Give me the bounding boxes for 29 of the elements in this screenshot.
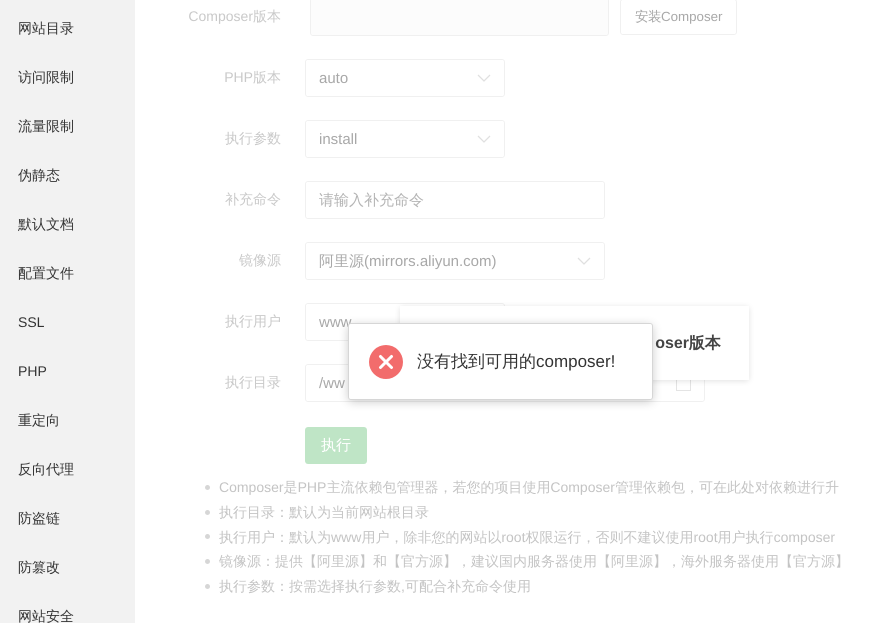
bullet-icon — [205, 559, 210, 564]
note-text: 镜像源：提供【阿里源】和【官方源】，建议国内服务器使用【阿里源】，海外服务器使用【官方源】 — [219, 552, 849, 572]
bullet-icon — [205, 510, 210, 515]
sidebar-item[interactable]: SSL — [0, 298, 135, 347]
chevron-icon — [577, 257, 591, 265]
sidebar-item[interactable]: PHP — [0, 347, 135, 396]
bullet-icon — [205, 484, 210, 490]
sidebar-item[interactable]: 伪静态 — [0, 151, 135, 200]
sidebar-item[interactable]: 防篡改 — [0, 543, 135, 592]
sidebar-item[interactable]: 访问限制 — [0, 53, 135, 102]
chevron-icon — [477, 135, 491, 143]
note-text: 执行目录：默认为当前网站根目录 — [219, 502, 429, 522]
sidebar-item[interactable]: 反向代理 — [0, 445, 135, 494]
error-icon — [369, 344, 403, 378]
sidebar-item[interactable]: 重定向 — [0, 396, 135, 445]
bullet-icon — [205, 584, 210, 590]
sidebar-item[interactable]: 防盗链 — [0, 494, 135, 543]
sidebar-item[interactable]: 流量限制 — [0, 102, 135, 151]
sidebar-item[interactable]: 配置文件 — [0, 249, 135, 298]
chevron-icon — [477, 74, 491, 82]
note-text: 执行用户：默认为www用户，除非您的网站以root权限运行，否则不建议使用root用户执行composer — [219, 528, 836, 547]
error-message: 没有找到可用的composer! — [417, 351, 616, 373]
note-text: Composer是PHP主流依赖包管理器，若您的项目使用Composer管理依赖包，可在此处对依赖进行升 — [219, 478, 839, 497]
sidebar-item[interactable]: 网站安全 — [0, 592, 135, 623]
note-text: 执行参数：按需选择执行参数,可配合补充命令使用 — [219, 577, 531, 596]
bullet-icon — [205, 534, 210, 540]
dialog-title: oser版本 — [655, 334, 721, 354]
sidebar-item[interactable]: 默认文档 — [0, 200, 135, 249]
sidebar-item[interactable]: 网站目录 — [0, 4, 135, 53]
